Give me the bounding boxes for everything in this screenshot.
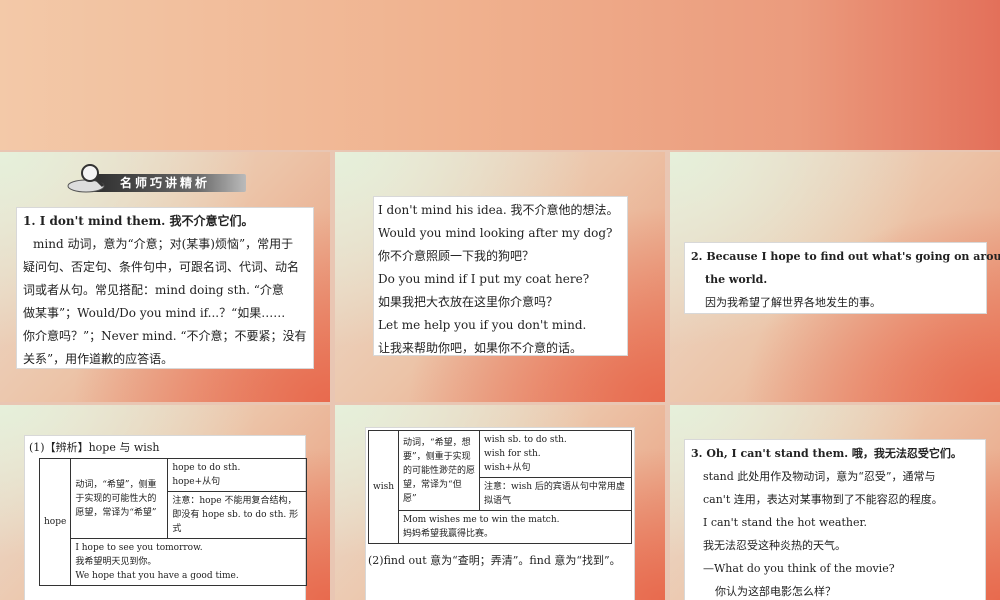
example-line: 让我来帮助你吧，如果你不介意的话。 [378, 341, 583, 355]
example-line: We hope that you have a good time. [75, 571, 239, 581]
row-head: hope [38, 458, 72, 586]
content-box: (1)【辨析】hope 与 wish hope 动词，“希望”，侧重于实现的可能… [24, 435, 307, 600]
magnifier-book-icon [67, 164, 105, 193]
heading-text: 名师巧讲精析 [120, 176, 211, 190]
note-cell: 注意：hope 不能用复合结构，即没有 hope sb. to do sth. … [167, 491, 307, 539]
text-line: can't 连用，表达对某事物到了不能容忍的程度。 [703, 493, 943, 506]
example-line: 如果我把大衣放在这里你介意吗？ [378, 295, 559, 309]
usage-cell: wish sb. to do sth. wish for sth. wish+从… [479, 430, 632, 478]
example-line: 你不介意照顾一下我的狗吧？ [378, 249, 535, 263]
content-box: wish 动词，“希望，想要”，侧重于实现的可能性渺茫的愿望，常译为“但愿” w… [365, 427, 635, 600]
text-line: mind 动词，意为“介意；对(某事)烦恼”，常用于 [33, 237, 294, 251]
example-line: I hope to see you tomorrow. [75, 543, 203, 553]
point-title: 3. Oh, I can't stand them. 哦，我无法忍受它们。 [691, 447, 962, 460]
comparison-table: wish 动词，“希望，想要”，侧重于实现的可能性渺茫的愿望，常译为“但愿” w… [368, 430, 632, 544]
slide-wish-table: wish 动词，“希望，想要”，侧重于实现的可能性渺茫的愿望，常译为“但愿” w… [335, 405, 665, 600]
slide-stand-explanation: 3. Oh, I can't stand them. 哦，我无法忍受它们。 st… [670, 405, 1000, 600]
point-title: 1. I don't mind them. 我不介意它们。 [23, 214, 254, 228]
content-box: 2. Because I hope to find out what's goi… [684, 242, 1000, 314]
content-box: 3. Oh, I can't stand them. 哦，我无法忍受它们。 st… [684, 439, 986, 600]
usage-cell: hope to do sth. hope+从句 [167, 458, 307, 492]
examples-cell: I hope to see you tomorrow. 我希望明天见到你。 We… [70, 538, 307, 586]
example-line: 妈妈希望我赢得比赛。 [403, 529, 494, 539]
examples-cell: Mom wishes me to win the match. 妈妈希望我赢得比… [398, 510, 632, 544]
text-line: stand 此处用作及物动词，意为“忍受”，通常与 [703, 470, 936, 483]
section-title: (1)【辨析】hope 与 wish [29, 441, 160, 454]
example-line: Do you mind if I put my coat here? [378, 272, 590, 286]
example-line: 我希望明天见到你。 [75, 557, 157, 567]
text-line: 疑问句、否定句、条件句中，可跟名词、代词、动名 [23, 260, 300, 274]
content-box: I don't mind his idea. 我不介意他的想法。 Would y… [373, 196, 628, 356]
example-line: —What do you think of the movie? [703, 562, 895, 575]
text-line: 词或者从句。常见搭配：mind doing sth. “介意 [23, 283, 284, 297]
translation: 因为我希望了解世界各地发生的事。 [705, 296, 881, 309]
find-out-note: (2)find out 意为“查明；弄清”。find 意为“找到”。 [368, 554, 621, 567]
top-banner [0, 0, 1000, 150]
note-cell: 注意：wish 后的宾语从句中常用虚拟语气 [479, 477, 632, 511]
point-title: 2. Because I hope to find out what's goi… [691, 250, 1000, 263]
example-line: I don't mind his idea. 我不介意他的想法。 [378, 203, 619, 217]
example-line: I can't stand the hot weather. [703, 516, 868, 529]
example-line: 我无法忍受这种炎热的天气。 [703, 539, 846, 552]
text-line: 做某事”；Would/Do you mind if...？“如果…… [23, 306, 286, 320]
example-line: Let me help you if you don't mind. [378, 318, 587, 332]
section-heading: 名师巧讲精析 [66, 162, 246, 194]
example-line: 你认为这部电影怎么样？ [715, 585, 836, 598]
text-line: 关系”，用作道歉的应答语。 [23, 352, 174, 366]
comparison-table: hope 动词，“希望”，侧重于实现的可能性大的愿望，常译为“希望” hope … [38, 458, 307, 586]
meaning-cell: 动词，“希望，想要”，侧重于实现的可能性渺茫的愿望，常译为“但愿” [398, 430, 480, 511]
slide-hope-wish-table: (1)【辨析】hope 与 wish hope 动词，“希望”，侧重于实现的可能… [0, 405, 330, 600]
slide-hope-sentence: 2. Because I hope to find out what's goi… [670, 152, 1000, 402]
example-line: Would you mind looking after my dog? [378, 226, 613, 240]
slide-mind-explanation: 名师巧讲精析 1. I don't mind them. 我不介意它们。 min… [0, 152, 330, 402]
meaning-cell: 动词，“希望”，侧重于实现的可能性大的愿望，常译为“希望” [70, 458, 169, 539]
text-line: 你介意吗？”；Never mind. “不介意；不要紧；没有 [23, 329, 307, 343]
content-box: 1. I don't mind them. 我不介意它们。 mind 动词，意为… [16, 207, 314, 369]
slide-mind-examples: I don't mind his idea. 我不介意他的想法。 Would y… [335, 152, 665, 402]
row-head: wish [368, 430, 399, 544]
point-title-cont: the world. [705, 273, 768, 286]
example-line: Mom wishes me to win the match. [403, 515, 560, 525]
